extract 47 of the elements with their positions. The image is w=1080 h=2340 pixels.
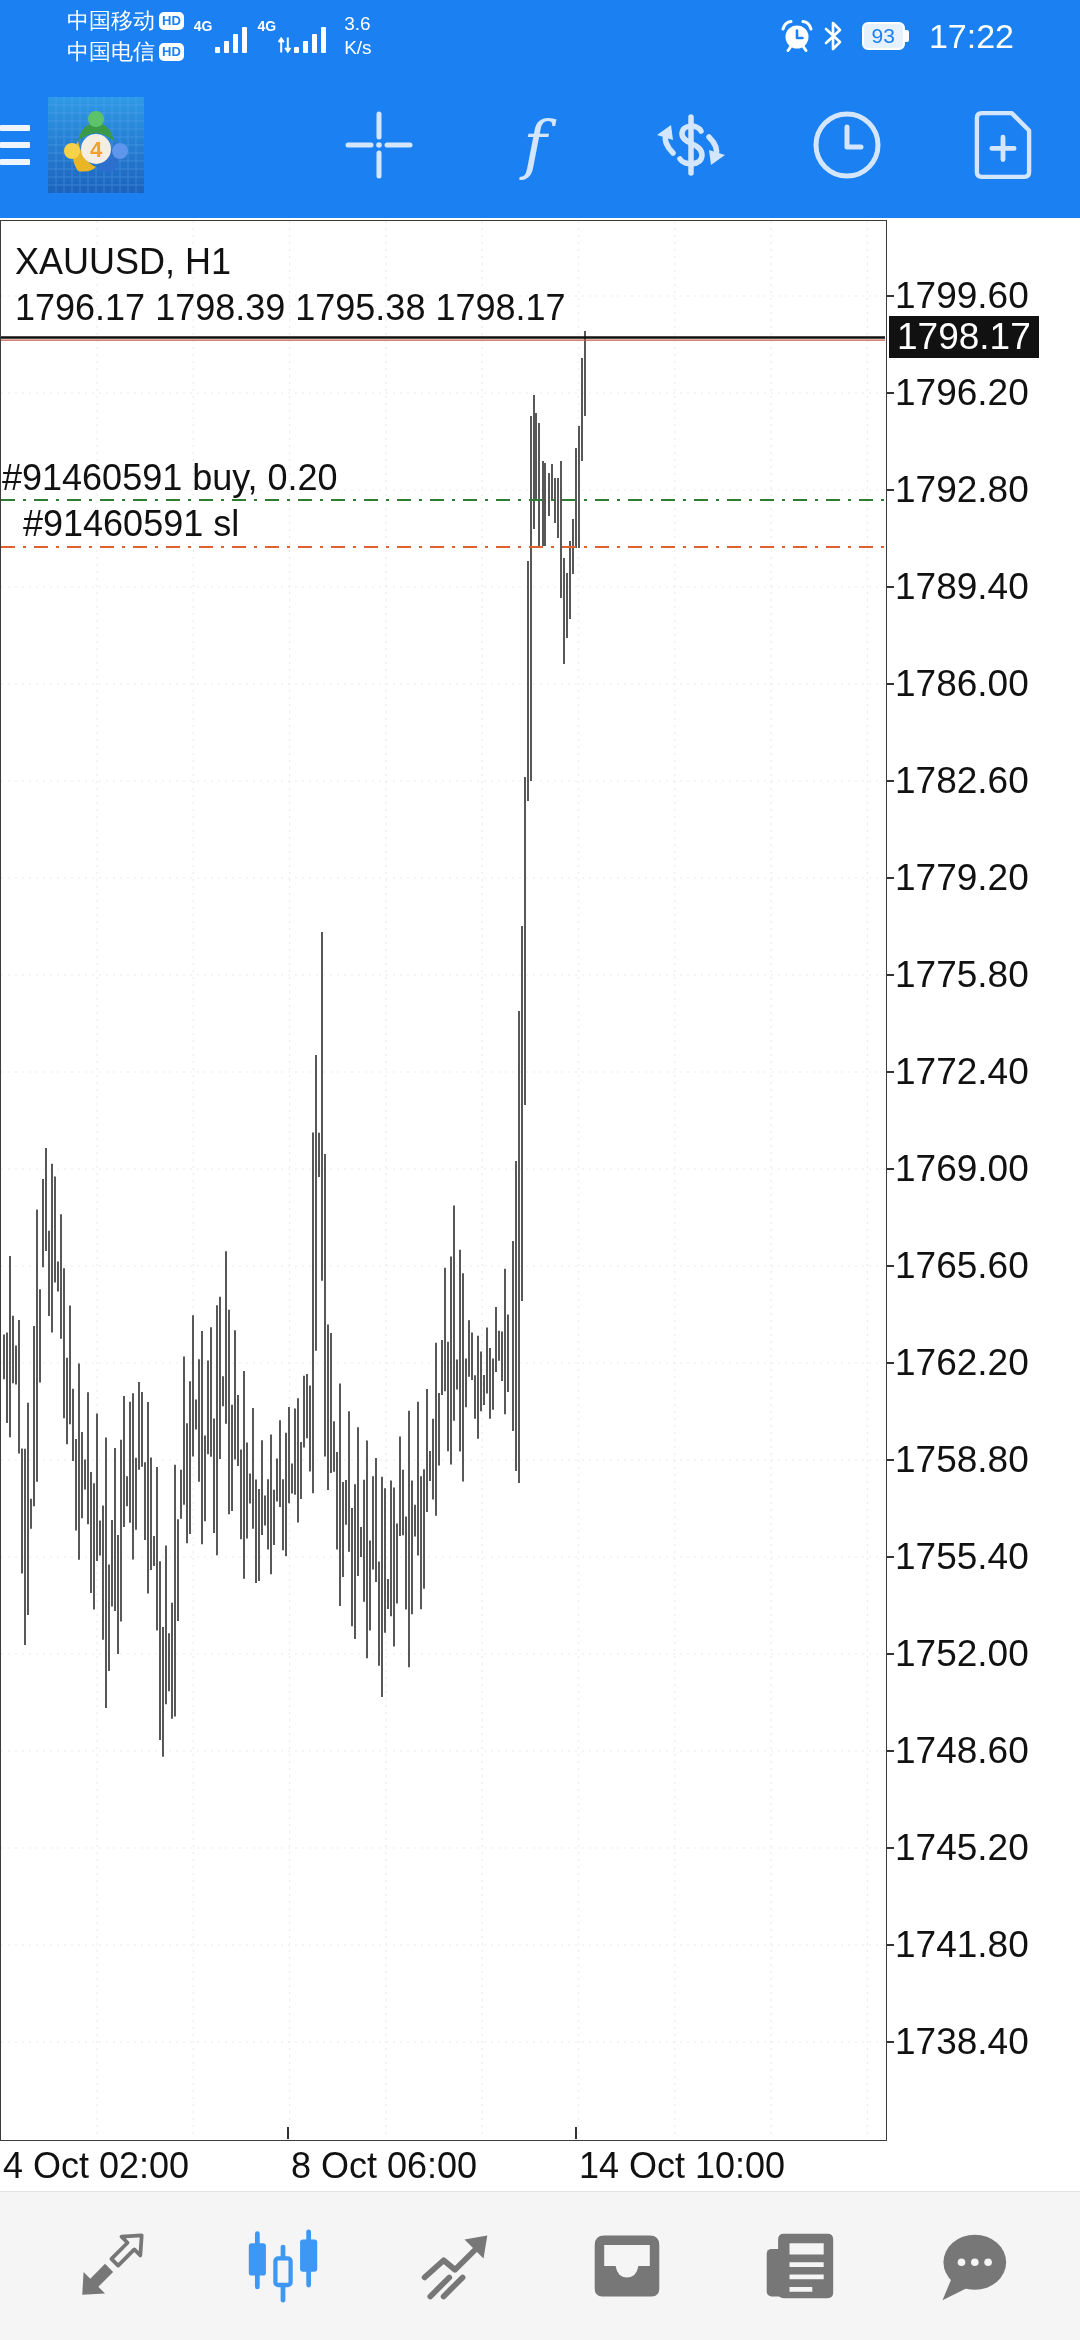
price-axis-label: 1765.60 — [895, 1243, 1029, 1288]
battery-indicator: 93 — [861, 22, 909, 50]
price-axis-label: 1779.20 — [895, 855, 1029, 900]
price-axis-label: 1755.40 — [895, 1534, 1029, 1579]
menu-button[interactable] — [0, 123, 30, 167]
price-axis-label: 1762.20 — [895, 1340, 1029, 1385]
network-speed-unit: K/s — [344, 36, 372, 60]
price-axis-label: 1745.20 — [895, 1825, 1029, 1870]
price-axis-label: 1786.00 — [895, 661, 1029, 706]
price-axis-label: 1738.40 — [895, 2019, 1029, 2064]
price-axis-label: 1799.60 — [895, 273, 1029, 318]
hd-badge: HD — [159, 42, 184, 61]
price-axis-label: 1796.20 — [895, 370, 1029, 415]
carrier-name: 中国电信 — [67, 38, 155, 66]
price-axis-label: 1782.60 — [895, 758, 1029, 803]
app-logo: 4 — [48, 97, 144, 193]
signal-icon — [293, 25, 327, 53]
crosshair-icon — [345, 111, 413, 179]
price-axis-label: 1758.80 — [895, 1437, 1029, 1482]
network-speed-value: 3.6 — [344, 12, 372, 36]
order-level-label: #91460591 sl — [23, 504, 240, 544]
function-button[interactable]: f — [457, 90, 613, 200]
price-axis-label: 1792.80 — [895, 467, 1029, 512]
order-level-label: #91460591 buy, 0.20 — [2, 458, 338, 498]
price-axis-label: 1741.80 — [895, 1922, 1029, 1967]
time-axis-label: 14 Oct 10:00 — [579, 2145, 786, 2186]
status-time: 17:22 — [928, 16, 1014, 56]
time-axis-label: 8 Oct 06:00 — [291, 2145, 478, 2186]
menu-icon — [0, 123, 30, 167]
price-axis-label: 1789.40 — [895, 564, 1029, 609]
hd-badge: HD — [159, 11, 184, 30]
alarm-clock-icon — [779, 19, 814, 53]
carrier-name: 中国移动 — [67, 7, 155, 35]
current-price-tag: 1798.17 — [889, 316, 1039, 358]
price-axis-label: 1775.80 — [895, 952, 1029, 997]
chart-symbol-title: XAUUSD, H1 — [15, 240, 233, 284]
network-type-label: 4G — [257, 19, 277, 33]
clock-icon — [813, 111, 881, 179]
price-axis-label: 1748.60 — [895, 1728, 1029, 1773]
time-axis-label: 4 Oct 02:00 — [3, 2145, 190, 2186]
ohlc-values: 1796.17 1798.39 1795.38 1798.17 — [15, 286, 566, 330]
document-plus-icon — [974, 110, 1032, 180]
network-type-label: 4G — [193, 19, 213, 33]
signal-icon — [214, 25, 248, 53]
price-axis-label: 1772.40 — [895, 1049, 1029, 1094]
price-axis-label: 1752.00 — [895, 1631, 1029, 1676]
price-axis-label: 1769.00 — [895, 1146, 1029, 1191]
